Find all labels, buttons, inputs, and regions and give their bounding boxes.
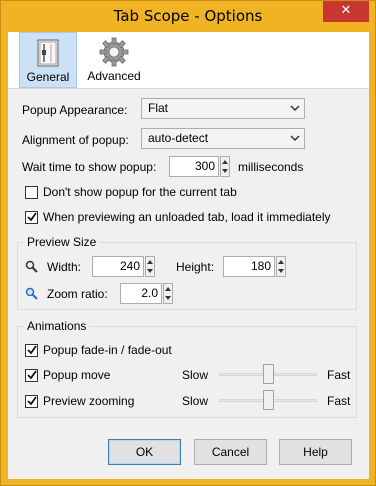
- zoom-slider-thumb[interactable]: [262, 390, 274, 410]
- height-spinner[interactable]: [276, 256, 286, 277]
- cancel-button[interactable]: Cancel: [194, 439, 267, 465]
- tab-general[interactable]: General: [19, 32, 77, 88]
- checkmark-icon: [27, 212, 37, 222]
- zoom-anim-label: Preview zooming: [43, 394, 135, 408]
- settings-sliders-icon: [37, 39, 59, 67]
- zoom-ratio-input[interactable]: 2.0: [120, 283, 162, 304]
- height-input[interactable]: 180: [223, 256, 275, 277]
- popup-appearance-value: Flat: [148, 101, 169, 115]
- close-button[interactable]: ✕: [323, 1, 369, 22]
- popup-appearance-label: Popup Appearance:: [22, 103, 128, 117]
- magnifier-icon: [25, 260, 38, 273]
- toolbar: General Advanced: [8, 32, 369, 89]
- zoom-anim-checkbox[interactable]: [25, 395, 38, 408]
- checkmark-icon: [27, 370, 37, 380]
- dont-show-current-label: Don't show popup for the current tab: [43, 185, 237, 199]
- animations-title: Animations: [24, 319, 90, 333]
- spin-down-icon[interactable]: [278, 266, 284, 275]
- load-unloaded-checkbox[interactable]: [25, 211, 38, 224]
- zoom-ratio-spinner[interactable]: [163, 283, 173, 304]
- fade-label: Popup fade-in / fade-out: [43, 343, 172, 357]
- checkmark-icon: [27, 396, 37, 406]
- width-input[interactable]: 240: [92, 256, 144, 277]
- popup-appearance-select[interactable]: Flat: [141, 98, 305, 119]
- load-unloaded-label: When previewing an unloaded tab, load it…: [43, 210, 331, 224]
- alignment-value: auto-detect: [148, 131, 209, 145]
- client-area: General Advanced Popup Appearance: Flat …: [8, 32, 369, 479]
- wait-time-spinner[interactable]: [220, 156, 230, 177]
- move-checkbox[interactable]: [25, 369, 38, 382]
- height-label: Height:: [176, 260, 215, 274]
- wait-time-label: Wait time to show popup:: [22, 160, 157, 174]
- zoom-ratio-label: Zoom ratio:: [47, 287, 108, 301]
- alignment-label: Alignment of popup:: [22, 133, 129, 147]
- chevron-down-icon: [290, 105, 300, 112]
- title-bar[interactable]: Tab Scope - Options ✕: [1, 1, 375, 32]
- spin-down-icon[interactable]: [147, 266, 153, 275]
- ok-button[interactable]: OK: [108, 439, 181, 465]
- help-button[interactable]: Help: [279, 439, 352, 465]
- preview-size-title: Preview Size: [24, 235, 100, 249]
- window-title: Tab Scope - Options: [113, 7, 263, 25]
- alignment-select[interactable]: auto-detect: [141, 128, 305, 149]
- wait-time-unit: milliseconds: [238, 160, 304, 174]
- move-fast-label: Fast: [327, 368, 351, 382]
- move-label: Popup move: [43, 368, 111, 382]
- gear-icon: [99, 37, 129, 67]
- wait-time-input[interactable]: 300: [169, 156, 219, 177]
- zoom-fast-label: Fast: [327, 394, 351, 408]
- width-spinner[interactable]: [145, 256, 155, 277]
- width-label: Width:: [47, 260, 82, 274]
- checkmark-icon: [27, 345, 37, 355]
- tab-general-label: General: [26, 70, 70, 84]
- move-slow-label: Slow: [182, 368, 209, 382]
- move-slider-thumb[interactable]: [262, 364, 274, 384]
- options-window: Tab Scope - Options ✕ General Advanced P…: [0, 0, 376, 486]
- tab-advanced-label: Advanced: [87, 69, 141, 83]
- zoom-slow-label: Slow: [182, 394, 209, 408]
- spin-down-icon[interactable]: [222, 166, 228, 175]
- spin-down-icon[interactable]: [165, 293, 171, 302]
- dont-show-current-checkbox[interactable]: [25, 186, 38, 199]
- tab-advanced[interactable]: Advanced: [82, 32, 146, 88]
- chevron-down-icon: [290, 135, 300, 142]
- fade-checkbox[interactable]: [25, 344, 38, 357]
- zoom-icon: [25, 287, 38, 300]
